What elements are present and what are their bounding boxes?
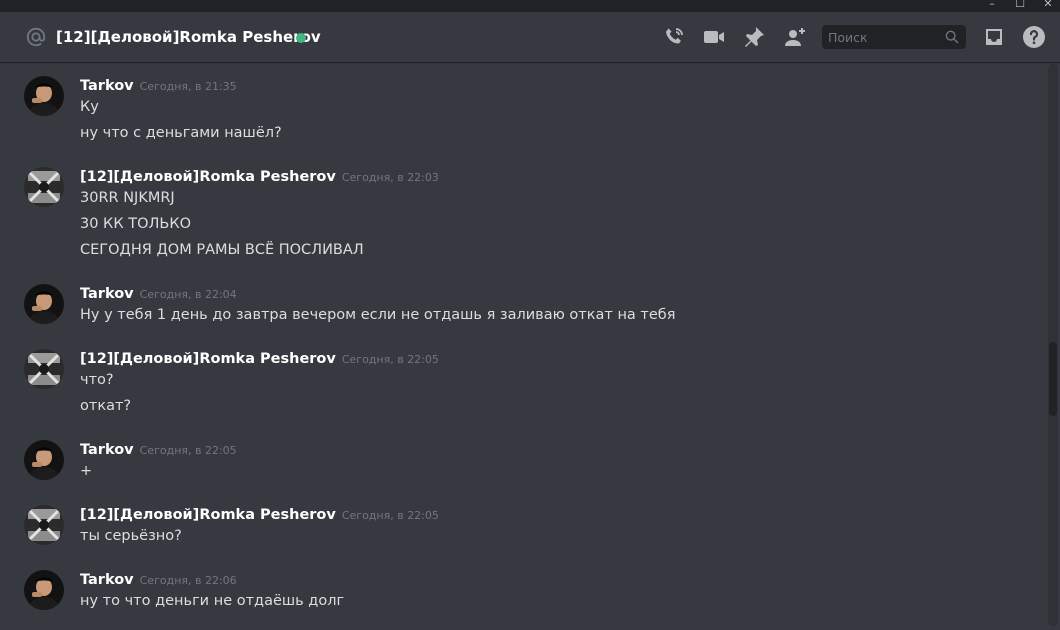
video-icon[interactable] <box>702 25 726 49</box>
search-box[interactable] <box>822 25 966 49</box>
message-timestamp: Сегодня, в 22:03 <box>341 171 439 184</box>
message-timestamp: Сегодня, в 22:04 <box>139 288 237 301</box>
minimize-icon[interactable]: – <box>982 0 1002 11</box>
message-timestamp: Сегодня, в 21:35 <box>139 80 237 93</box>
message-text: 30RR NJKMRJ <box>80 190 175 206</box>
pin-icon[interactable] <box>742 25 766 49</box>
window-titlebar: – ☐ ✕ <box>0 0 1060 12</box>
message-text: ты серьёзно? <box>80 528 182 544</box>
message-author[interactable]: Tarkov Сегодня, в 22:04 <box>80 286 237 302</box>
online-status-indicator <box>296 33 306 43</box>
message-author[interactable]: Tarkov Сегодня, в 22:06 <box>80 572 237 588</box>
close-icon[interactable]: ✕ <box>1038 0 1058 11</box>
message-author[interactable]: Tarkov Сегодня, в 21:35 <box>80 78 237 94</box>
message-author[interactable]: [12][Деловой]Romka Pesherov Сегодня, в 22… <box>80 169 439 185</box>
message-text: ну то что деньги не отдаёшь долг <box>80 593 345 609</box>
inbox-icon[interactable] <box>982 25 1006 49</box>
help-icon[interactable] <box>1022 25 1046 49</box>
search-input[interactable] <box>822 25 938 49</box>
message-text: + <box>80 463 93 479</box>
message-author[interactable]: [12][Деловой]Romka Pesherov Сегодня, в 22… <box>80 351 439 367</box>
message-text: Ку <box>80 99 99 115</box>
message-timestamp: Сегодня, в 22:06 <box>139 574 237 587</box>
message-list: Tarkov Сегодня, в 21:35 Ку ну что с деньг… <box>0 62 1046 630</box>
avatar[interactable] <box>24 284 64 324</box>
maximize-icon[interactable]: ☐ <box>1010 0 1030 11</box>
message-text: Ну у тебя 1 день до завтра вечером если … <box>80 307 676 323</box>
message-timestamp: Сегодня, в 22:05 <box>341 353 439 366</box>
message-text: СЕГОДНЯ ДОМ РАМЫ ВСЁ ПОСЛИВАЛ <box>80 242 364 258</box>
message-timestamp: Сегодня, в 22:05 <box>139 444 237 457</box>
avatar[interactable] <box>24 76 64 116</box>
avatar[interactable] <box>24 570 64 610</box>
search-icon <box>945 30 959 44</box>
call-icon[interactable] <box>662 25 686 49</box>
at-sign-icon <box>26 27 46 47</box>
message-timestamp: Сегодня, в 22:05 <box>341 509 439 522</box>
message-text: что? <box>80 372 114 388</box>
scrollbar-thumb[interactable] <box>1049 342 1057 416</box>
message-text: 30 КК ТОЛЬКО <box>80 216 192 232</box>
avatar[interactable] <box>24 505 64 545</box>
message-author[interactable]: [12][Деловой]Romka Pesherov Сегодня, в 22… <box>80 507 439 523</box>
message-text: откат? <box>80 398 132 414</box>
message-text: ну что с деньгами нашёл? <box>80 125 282 141</box>
add-member-icon[interactable] <box>783 25 807 49</box>
avatar[interactable] <box>24 440 64 480</box>
channel-title: [12][Деловой]Romka Pesherov <box>56 28 321 46</box>
avatar[interactable] <box>24 167 64 207</box>
channel-header: [12][Деловой]Romka Pesherov <box>0 12 1060 62</box>
message-author[interactable]: Tarkov Сегодня, в 22:05 <box>80 442 237 458</box>
avatar[interactable] <box>24 349 64 389</box>
